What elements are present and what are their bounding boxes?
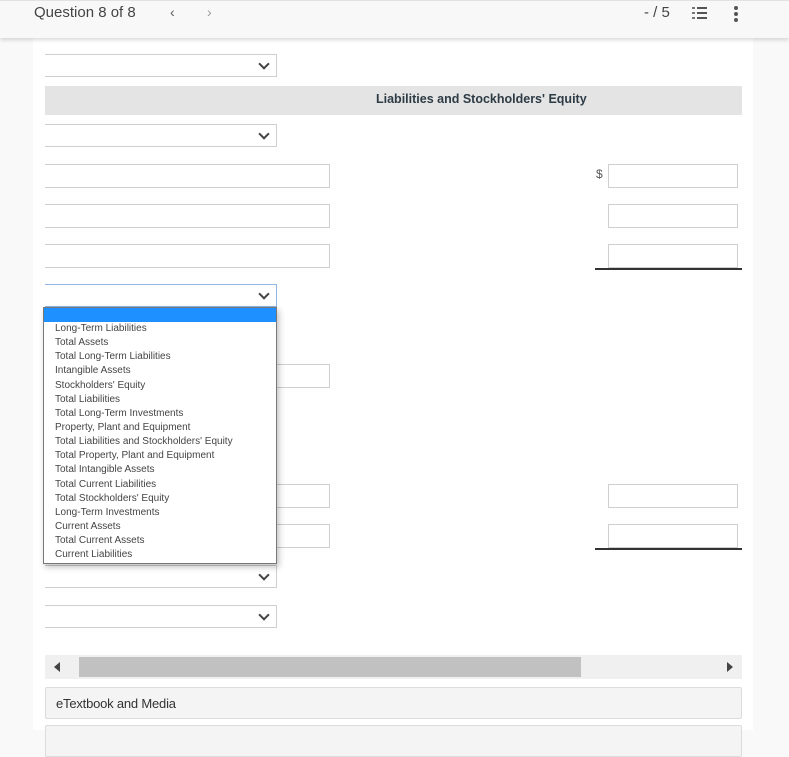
numbered-list-icon[interactable] [692, 6, 708, 20]
dropdown-option[interactable]: Current Assets [44, 520, 276, 534]
dropdown-option[interactable]: Property, Plant and Equipment [44, 421, 276, 435]
vertical-ellipsis-icon[interactable] [733, 6, 739, 22]
scroll-right-arrow-icon[interactable] [727, 662, 733, 672]
amount-input-3[interactable] [608, 244, 738, 268]
dropdown-option-blank[interactable] [44, 308, 276, 322]
amount-input-1[interactable] [608, 164, 738, 188]
total-line [595, 548, 742, 550]
currency-symbol: $ [596, 167, 603, 181]
section-header: Liabilities and Stockholders' Equity [45, 86, 742, 115]
etextbook-media-panel[interactable]: eTextbook and Media [45, 687, 742, 719]
account-select-1[interactable] [45, 54, 277, 77]
account-select-4[interactable] [45, 565, 277, 588]
chevron-down-icon [258, 58, 270, 70]
chevron-right-icon[interactable]: › [207, 4, 212, 20]
panel-label: eTextbook and Media [56, 696, 176, 711]
dropdown-option[interactable]: Total Long-Term Liabilities [44, 350, 276, 364]
subtotal-line [595, 268, 742, 270]
question-content: Liabilities and Stockholders' Equity $ L… [33, 38, 753, 757]
section-title: Liabilities and Stockholders' Equity [376, 92, 587, 106]
account-dropdown-list: Long-Term Liabilities Total Assets Total… [43, 307, 277, 564]
dropdown-option[interactable]: Stockholders' Equity [44, 379, 276, 393]
amount-input-4[interactable] [608, 484, 738, 508]
dropdown-option[interactable]: Total Long-Term Investments [44, 407, 276, 421]
horizontal-scrollbar[interactable] [45, 655, 742, 679]
chevron-down-icon [258, 609, 270, 621]
dropdown-option[interactable]: Total Current Liabilities [44, 478, 276, 492]
dropdown-option[interactable]: Total Intangible Assets [44, 463, 276, 477]
dropdown-option[interactable]: Total Liabilities [44, 393, 276, 407]
account-select-2[interactable] [45, 124, 277, 147]
account-name-input-3[interactable] [45, 244, 330, 268]
dropdown-option[interactable]: Total Stockholders' Equity [44, 492, 276, 506]
account-select-3[interactable] [45, 284, 277, 307]
amount-input-2[interactable] [608, 204, 738, 228]
dropdown-option[interactable]: Current Liabilities [44, 548, 276, 562]
dropdown-option[interactable]: Total Liabilities and Stockholders' Equi… [44, 435, 276, 449]
chevron-down-icon [258, 569, 270, 581]
score-display: - / 5 [644, 4, 670, 21]
dropdown-option[interactable]: Total Current Assets [44, 534, 276, 548]
scrollbar-thumb[interactable] [79, 657, 581, 677]
question-counter: Question 8 of 8 [34, 4, 136, 21]
chevron-down-icon [258, 288, 270, 300]
account-select-5[interactable] [45, 605, 277, 628]
chevron-left-icon[interactable]: ‹ [170, 4, 175, 20]
scroll-left-arrow-icon[interactable] [54, 662, 60, 672]
dropdown-option[interactable]: Long-Term Investments [44, 506, 276, 520]
chevron-down-icon [258, 128, 270, 140]
account-name-input-2[interactable] [45, 204, 330, 228]
dropdown-option[interactable]: Long-Term Liabilities [44, 322, 276, 336]
account-name-input-1[interactable] [45, 164, 330, 188]
dropdown-option[interactable]: Intangible Assets [44, 364, 276, 378]
question-nav-bar: Question 8 of 8 ‹ › - / 5 [0, 0, 789, 38]
dropdown-option[interactable]: Total Property, Plant and Equipment [44, 449, 276, 463]
dropdown-option[interactable]: Total Assets [44, 336, 276, 350]
amount-input-5[interactable] [608, 524, 738, 548]
